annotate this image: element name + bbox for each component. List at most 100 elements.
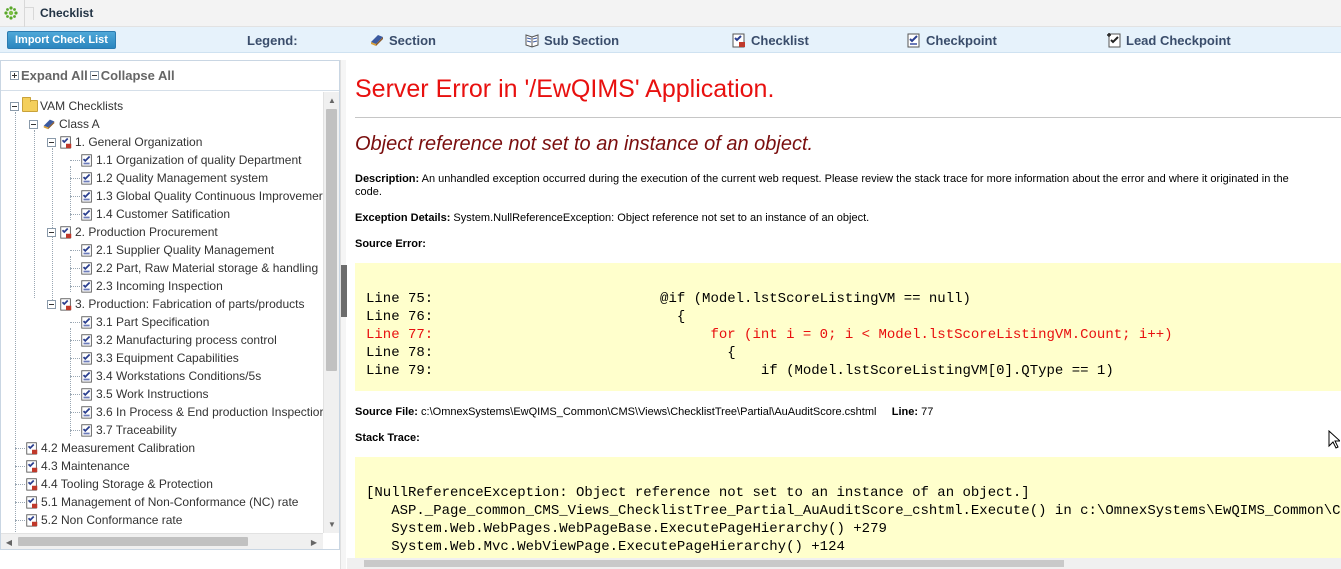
expand-all-label: Expand All [21, 68, 88, 83]
collapse-toggle-icon[interactable] [47, 137, 56, 147]
checklist-icon [26, 442, 38, 455]
legend-item-section: Section [369, 32, 436, 48]
collapse-toggle-icon[interactable] [47, 227, 56, 237]
exception-details: Exception Details: System.NullReferenceE… [355, 212, 869, 225]
checkpoint-icon [81, 208, 92, 221]
scroll-up-icon[interactable]: ▲ [324, 92, 340, 108]
scroll-right-icon[interactable]: ▶ [306, 534, 322, 550]
checkpoint-icon [81, 154, 92, 167]
tree-horizontal-scrollbar[interactable]: ◀ ▶ [1, 533, 323, 549]
scroll-down-icon[interactable]: ▼ [324, 516, 340, 532]
tree-node-checkpoint[interactable]: 3.6 In Process & End production Inspecti… [80, 403, 323, 421]
scroll-left-icon[interactable]: ◀ [1, 534, 17, 550]
tree-node-checklist[interactable]: 5.1 Management of Non-Conformance (NC) r… [25, 493, 298, 511]
tree-node-checkpoint[interactable]: 3.4 Workstations Conditions/5s [80, 367, 261, 385]
tree-node-checklist[interactable]: 4.4 Tooling Storage & Protection [25, 475, 213, 493]
tree-node-checkpoint[interactable]: 1.2 Quality Management system [80, 169, 268, 187]
tree-vertical-scrollbar[interactable]: ▲ ▼ [323, 92, 339, 533]
legend-sub-section-label: Sub Section [544, 32, 620, 48]
stack-trace-code: [NullReferenceException: Object referenc… [355, 457, 1341, 569]
collapse-icon [89, 71, 99, 80]
scrollbar-thumb[interactable] [326, 109, 337, 371]
tree-node-checklist[interactable]: 4.2 Measurement Calibration [25, 439, 195, 457]
tree-node-checkpoint[interactable]: 2.2 Part, Raw Material storage & handlin… [80, 259, 318, 277]
tree-node-checkpoint[interactable]: 1.4 Customer Satification [80, 205, 230, 223]
tree-node-checkpoint[interactable]: 3.5 Work Instructions [80, 385, 209, 403]
section-icon [43, 119, 55, 130]
expand-icon [10, 71, 19, 80]
checklist-icon [26, 514, 38, 527]
tree-node-checklist[interactable]: 4.3 Maintenance [25, 457, 130, 475]
lead-checkpoint-icon [1107, 33, 1121, 48]
app-logo-icon [2, 4, 20, 22]
scrollbar-thumb[interactable] [364, 560, 1064, 567]
tree-body: VAM Checklists Class A 1. General Organi… [1, 92, 323, 532]
tree-node-checklist[interactable]: 3. Production: Fabrication of parts/prod… [47, 295, 304, 313]
folder-icon [22, 97, 38, 112]
checkpoint-icon [907, 33, 920, 48]
exception-label: Exception Details: [355, 212, 451, 224]
checklist-icon [60, 298, 72, 311]
tree-node-checkpoint[interactable]: 3.1 Part Specification [80, 313, 209, 331]
tree-node-root[interactable]: VAM Checklists [10, 97, 123, 115]
tree-node-section[interactable]: Class A [29, 115, 100, 133]
checkpoint-icon [81, 280, 92, 293]
checklist-icon [60, 226, 72, 239]
checkpoint-icon [81, 244, 92, 257]
stack-line: System.Web.Mvc.WebViewPage.ExecutePageHi… [366, 539, 845, 555]
stack-line: [NullReferenceException: Object referenc… [366, 485, 1030, 501]
legend-item-checkpoint: Checkpoint [906, 32, 997, 48]
checklist-tree-panel: Expand All Collapse All VAM Checklists C… [0, 60, 340, 550]
legend-label: Legend: [247, 33, 298, 48]
collapse-toggle-icon[interactable] [47, 299, 56, 309]
collapse-toggle-icon[interactable] [10, 101, 19, 111]
tree-node-checkpoint[interactable]: 2.3 Incoming Inspection [80, 277, 223, 295]
checkpoint-icon [81, 352, 92, 365]
error-content-panel: Server Error in '/EwQIMS' Application. O… [347, 60, 1341, 569]
source-file-path: c:\OmnexSystems\EwQIMS_Common\CMS\Views\… [421, 406, 877, 418]
content-horizontal-scrollbar[interactable] [347, 558, 1341, 569]
checkpoint-icon [81, 334, 92, 347]
code-line: Line 78: { [366, 345, 736, 361]
tree-node-checkpoint[interactable]: 2.1 Supplier Quality Management [80, 241, 274, 259]
collapse-all-button[interactable]: Collapse All [89, 68, 175, 83]
breadcrumb-separator [24, 0, 34, 27]
error-subtitle: Object reference not set to an instance … [355, 133, 814, 155]
stack-line: System.Web.WebPages.WebPageBase.ExecuteP… [366, 521, 887, 537]
checklist-icon [732, 33, 745, 48]
tree-node-checkpoint[interactable]: 3.2 Manufacturing process control [80, 331, 277, 349]
checkpoint-icon [81, 388, 92, 401]
checkpoint-icon [81, 190, 92, 203]
tree-node-checklist[interactable]: 2. Production Procurement [47, 223, 218, 241]
tree-node-checkpoint[interactable]: 3.7 Traceability [80, 421, 177, 439]
tree-node-checkpoint[interactable]: 3.3 Equipment Capabilities [80, 349, 239, 367]
tree-node-checklist[interactable]: 1. General Organization [47, 133, 202, 151]
description-text: An unhandled exception occurred during t… [421, 173, 1289, 185]
tree-node-checklist[interactable]: 5.2 Non Conformance rate [25, 511, 182, 529]
code-line: Line 75: @if (Model.lstScoreListingVM ==… [366, 291, 971, 307]
tree-node-checkpoint[interactable]: 1.1 Organization of quality Department [80, 151, 301, 169]
legend-item-checklist: Checklist [731, 32, 809, 48]
legend-toolbar: Import Check List Legend: Section Sub Se… [0, 27, 1341, 53]
code-line: Line 76: { [366, 309, 686, 325]
collapse-toggle-icon[interactable] [29, 119, 38, 129]
breadcrumb-title[interactable]: Checklist [40, 6, 93, 20]
scrollbar-thumb[interactable] [18, 537, 248, 546]
section-icon [371, 35, 383, 46]
expand-all-button[interactable]: Expand All [10, 68, 88, 83]
legend-item-lead-checkpoint: Lead Checkpoint [1106, 32, 1231, 48]
description-label: Description: [355, 173, 420, 185]
stack-line: ASP._Page_common_CMS_Views_ChecklistTree… [366, 503, 1341, 519]
checklist-icon [26, 460, 38, 473]
legend-lead-checkpoint-label: Lead Checkpoint [1126, 32, 1231, 48]
checkpoint-icon [81, 316, 92, 329]
divider [355, 117, 1341, 118]
description-text-cont: code. [355, 186, 382, 198]
source-error-heading: Source Error: [355, 238, 426, 250]
import-checklist-button[interactable]: Import Check List [7, 31, 116, 49]
panel-splitter[interactable] [340, 60, 347, 569]
legend-checkpoint-label: Checkpoint [926, 32, 997, 48]
tree-node-checkpoint[interactable]: 1.3 Global Quality Continuous Improvemer [80, 187, 323, 205]
collapse-all-label: Collapse All [100, 68, 175, 83]
mouse-cursor-icon [1328, 430, 1340, 449]
